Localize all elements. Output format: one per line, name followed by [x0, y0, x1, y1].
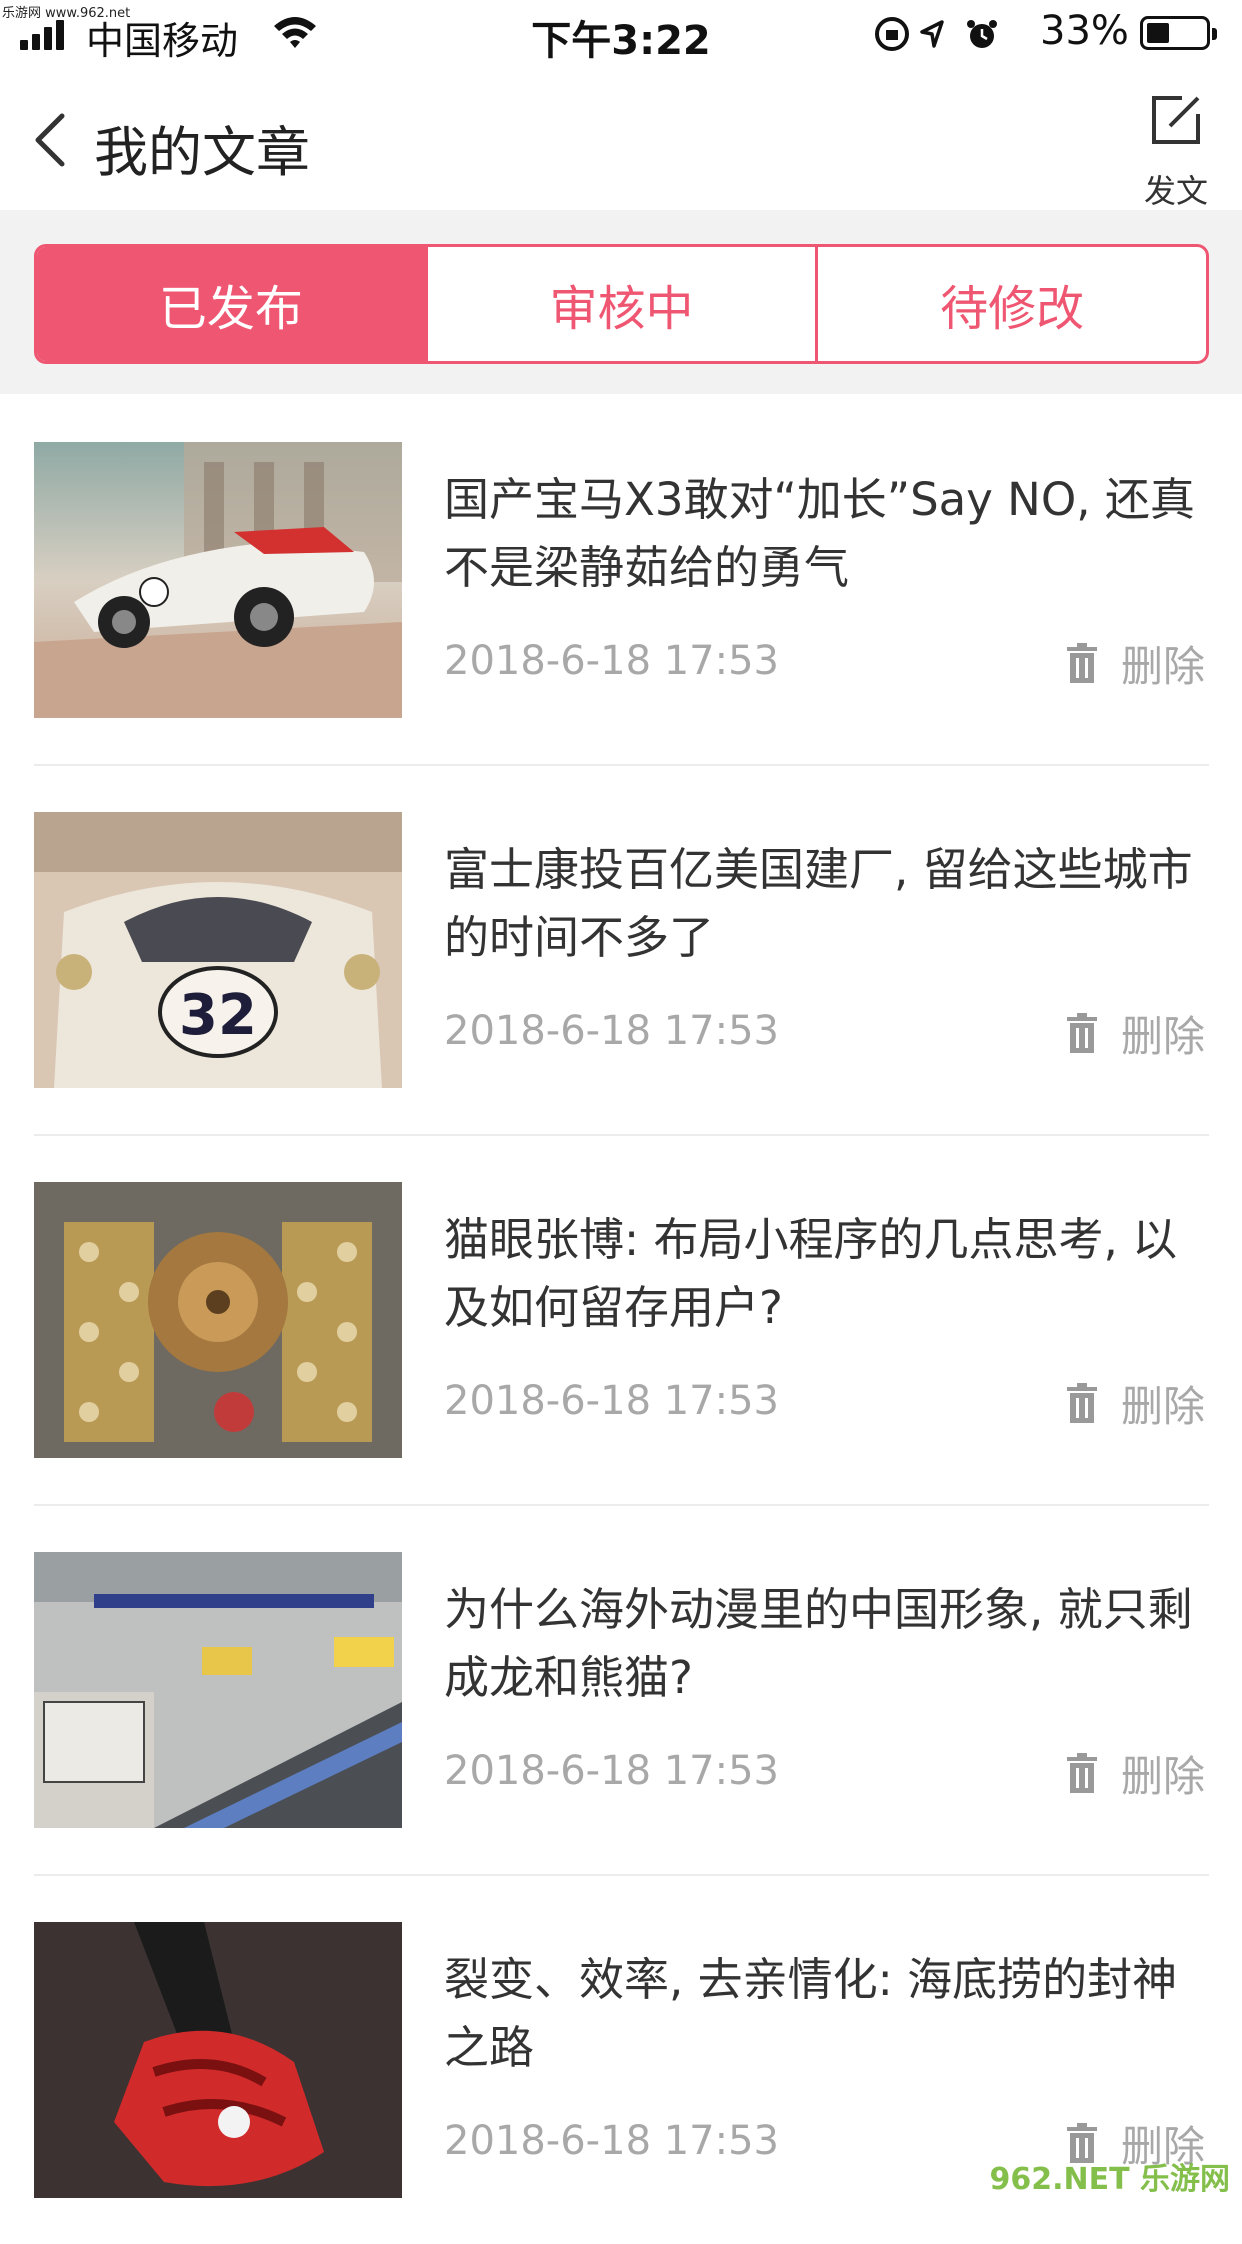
list-item[interactable]: 为什么海外动漫里的中国形象, 就只剩成龙和熊猫? 2018-6-18 17:53…	[34, 1504, 1209, 1874]
delete-button[interactable]: 删除	[1066, 1378, 1205, 1431]
article-title[interactable]: 富士康投百亿美国建厂, 留给这些城市的时间不多了	[444, 836, 1204, 972]
article-title[interactable]: 裂变、效率, 去亲情化: 海底捞的封神之路	[444, 1946, 1204, 2082]
list-item[interactable]: 猫眼张博: 布局小程序的几点思考, 以及如何留存用户? 2018-6-18 17…	[34, 1134, 1209, 1504]
battery-icon	[1140, 16, 1217, 50]
article-title[interactable]: 猫眼张博: 布局小程序的几点思考, 以及如何留存用户?	[444, 1206, 1204, 1342]
delete-button[interactable]: 删除	[1066, 1008, 1205, 1061]
article-thumbnail	[34, 442, 402, 718]
tab-to-revise[interactable]: 待修改	[815, 247, 1206, 361]
article-thumbnail	[34, 1182, 402, 1458]
article-thumbnail	[34, 1552, 402, 1828]
article-title[interactable]: 为什么海外动漫里的中国形象, 就只剩成龙和熊猫?	[444, 1576, 1204, 1712]
delete-label: 删除	[1120, 1751, 1205, 1801]
battery-percent: 33%	[1040, 8, 1129, 54]
article-date: 2018-6-18 17:53	[444, 1378, 779, 1424]
svg-text:32: 32	[179, 983, 257, 1048]
nav-bar: 我的文章 发文	[0, 68, 1242, 210]
compose-label: 发文	[1143, 172, 1208, 210]
back-arrow-icon[interactable]	[30, 110, 70, 170]
watermark-logo: 962.NET 乐游网	[989, 2162, 1230, 2197]
article-date: 2018-6-18 17:53	[444, 1748, 779, 1794]
status-bar: 乐游网 www.962.net 中国移动 下午3:22 33%	[0, 0, 1242, 68]
trash-icon	[1066, 1753, 1097, 1793]
status-tabs: 已发布 审核中 待修改	[34, 244, 1209, 364]
delete-label: 删除	[1120, 1011, 1205, 1061]
tabs-area: 已发布 审核中 待修改	[0, 210, 1242, 394]
page-title: 我的文章	[94, 121, 310, 184]
trash-icon	[1066, 1383, 1097, 1423]
trash-icon	[1066, 643, 1097, 683]
delete-button[interactable]: 删除	[1066, 1748, 1205, 1801]
tab-reviewing[interactable]: 审核中	[424, 247, 816, 361]
tab-published[interactable]: 已发布	[37, 247, 425, 361]
rotation-lock-icon	[875, 17, 909, 51]
compose-icon	[1152, 96, 1200, 144]
article-thumbnail	[34, 1922, 402, 2198]
article-date: 2018-6-18 17:53	[444, 1008, 779, 1054]
article-title[interactable]: 国产宝马X3敢对“加长”Say NO, 还真不是梁静茹给的勇气	[444, 466, 1204, 602]
status-icons	[875, 17, 997, 51]
location-icon	[920, 20, 944, 48]
article-date: 2018-6-18 17:53	[444, 2118, 779, 2164]
alarm-icon	[967, 20, 997, 48]
article-thumbnail: 32	[34, 812, 402, 1088]
article-date: 2018-6-18 17:53	[444, 638, 779, 684]
delete-label: 删除	[1120, 1381, 1205, 1431]
delete-button[interactable]: 删除	[1066, 638, 1205, 691]
delete-label: 删除	[1120, 641, 1205, 691]
compose-button[interactable]: 发文	[1136, 86, 1216, 210]
list-item[interactable]: 国产宝马X3敢对“加长”Say NO, 还真不是梁静茹给的勇气 2018-6-1…	[34, 394, 1209, 764]
list-item[interactable]: 32 富士康投百亿美国建厂, 留给这些城市的时间不多了 2018-6-18 17…	[34, 764, 1209, 1134]
trash-icon	[1066, 1013, 1097, 1053]
